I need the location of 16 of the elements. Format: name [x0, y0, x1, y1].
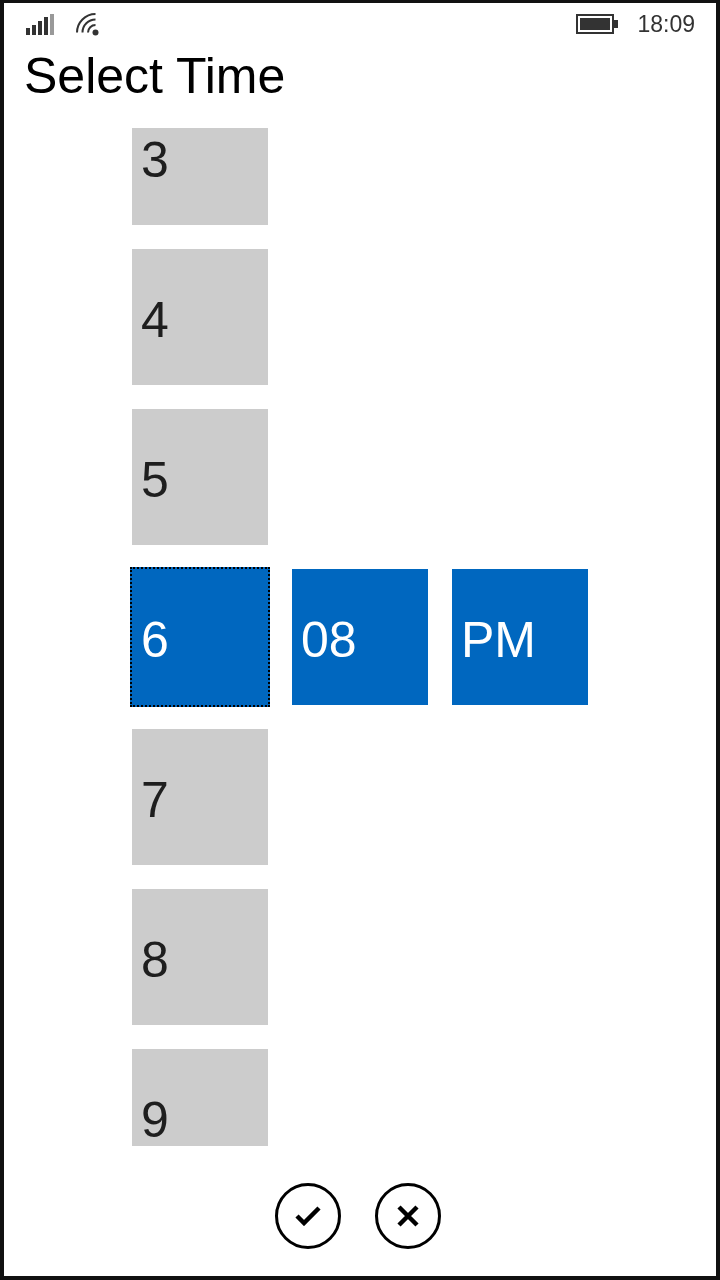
- check-icon: [295, 1206, 321, 1226]
- period-item[interactable]: PM: [452, 569, 588, 705]
- minute-item[interactable]: 08: [292, 569, 428, 705]
- signal-icon: [26, 13, 54, 35]
- wifi-icon: [75, 12, 100, 36]
- hour-item[interactable]: 5: [132, 409, 268, 545]
- hour-item[interactable]: 9: [132, 1049, 268, 1146]
- clock-time: 18:09: [637, 12, 695, 36]
- hour-item[interactable]: 6: [130, 567, 270, 707]
- hour-item[interactable]: 8: [132, 889, 268, 1025]
- close-icon: [397, 1205, 419, 1227]
- battery-icon: [576, 14, 619, 34]
- hour-item[interactable]: 7: [132, 729, 268, 865]
- hour-item[interactable]: 3: [132, 128, 268, 225]
- hour-item[interactable]: 4: [132, 249, 268, 385]
- page-title: Select Time: [24, 47, 286, 104]
